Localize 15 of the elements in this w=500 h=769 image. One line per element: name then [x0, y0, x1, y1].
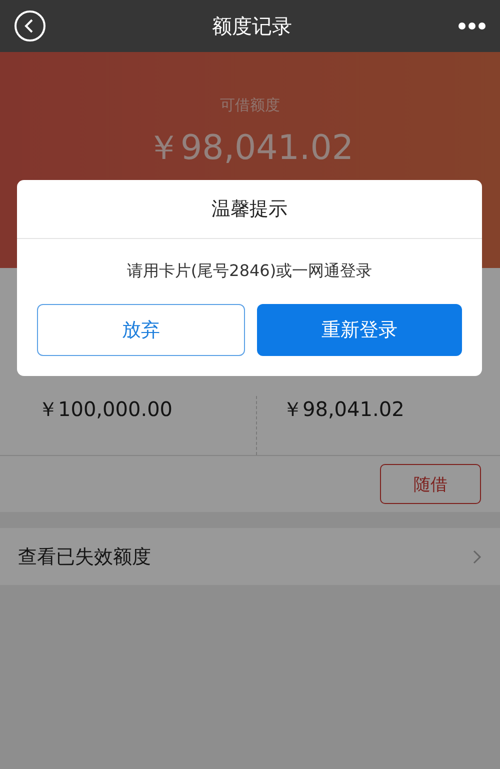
expired-limits-row[interactable]: 查看已失效额度 [0, 528, 500, 585]
chevron-right-icon [472, 548, 482, 564]
limit-amount: ￥100,000.00 [38, 397, 173, 421]
limit-amount: ￥98,041.02 [282, 397, 404, 421]
more-icon[interactable] [458, 22, 486, 30]
available-limit-amount: ￥98,041.02 [146, 127, 354, 170]
back-icon[interactable] [14, 10, 46, 42]
dialog-title: 温馨提示 [17, 180, 482, 239]
relogin-button[interactable]: 重新登录 [256, 304, 462, 356]
expired-limits-label: 查看已失效额度 [18, 544, 151, 570]
dialog-message: 请用卡片(尾号2846)或一网通登录 [126, 260, 374, 282]
borrow-button[interactable]: 随借 [380, 464, 481, 504]
cancel-button[interactable]: 放弃 [37, 304, 244, 356]
page-title: 额度记录 [212, 12, 292, 40]
available-limit-label: 可借额度 [220, 96, 280, 115]
